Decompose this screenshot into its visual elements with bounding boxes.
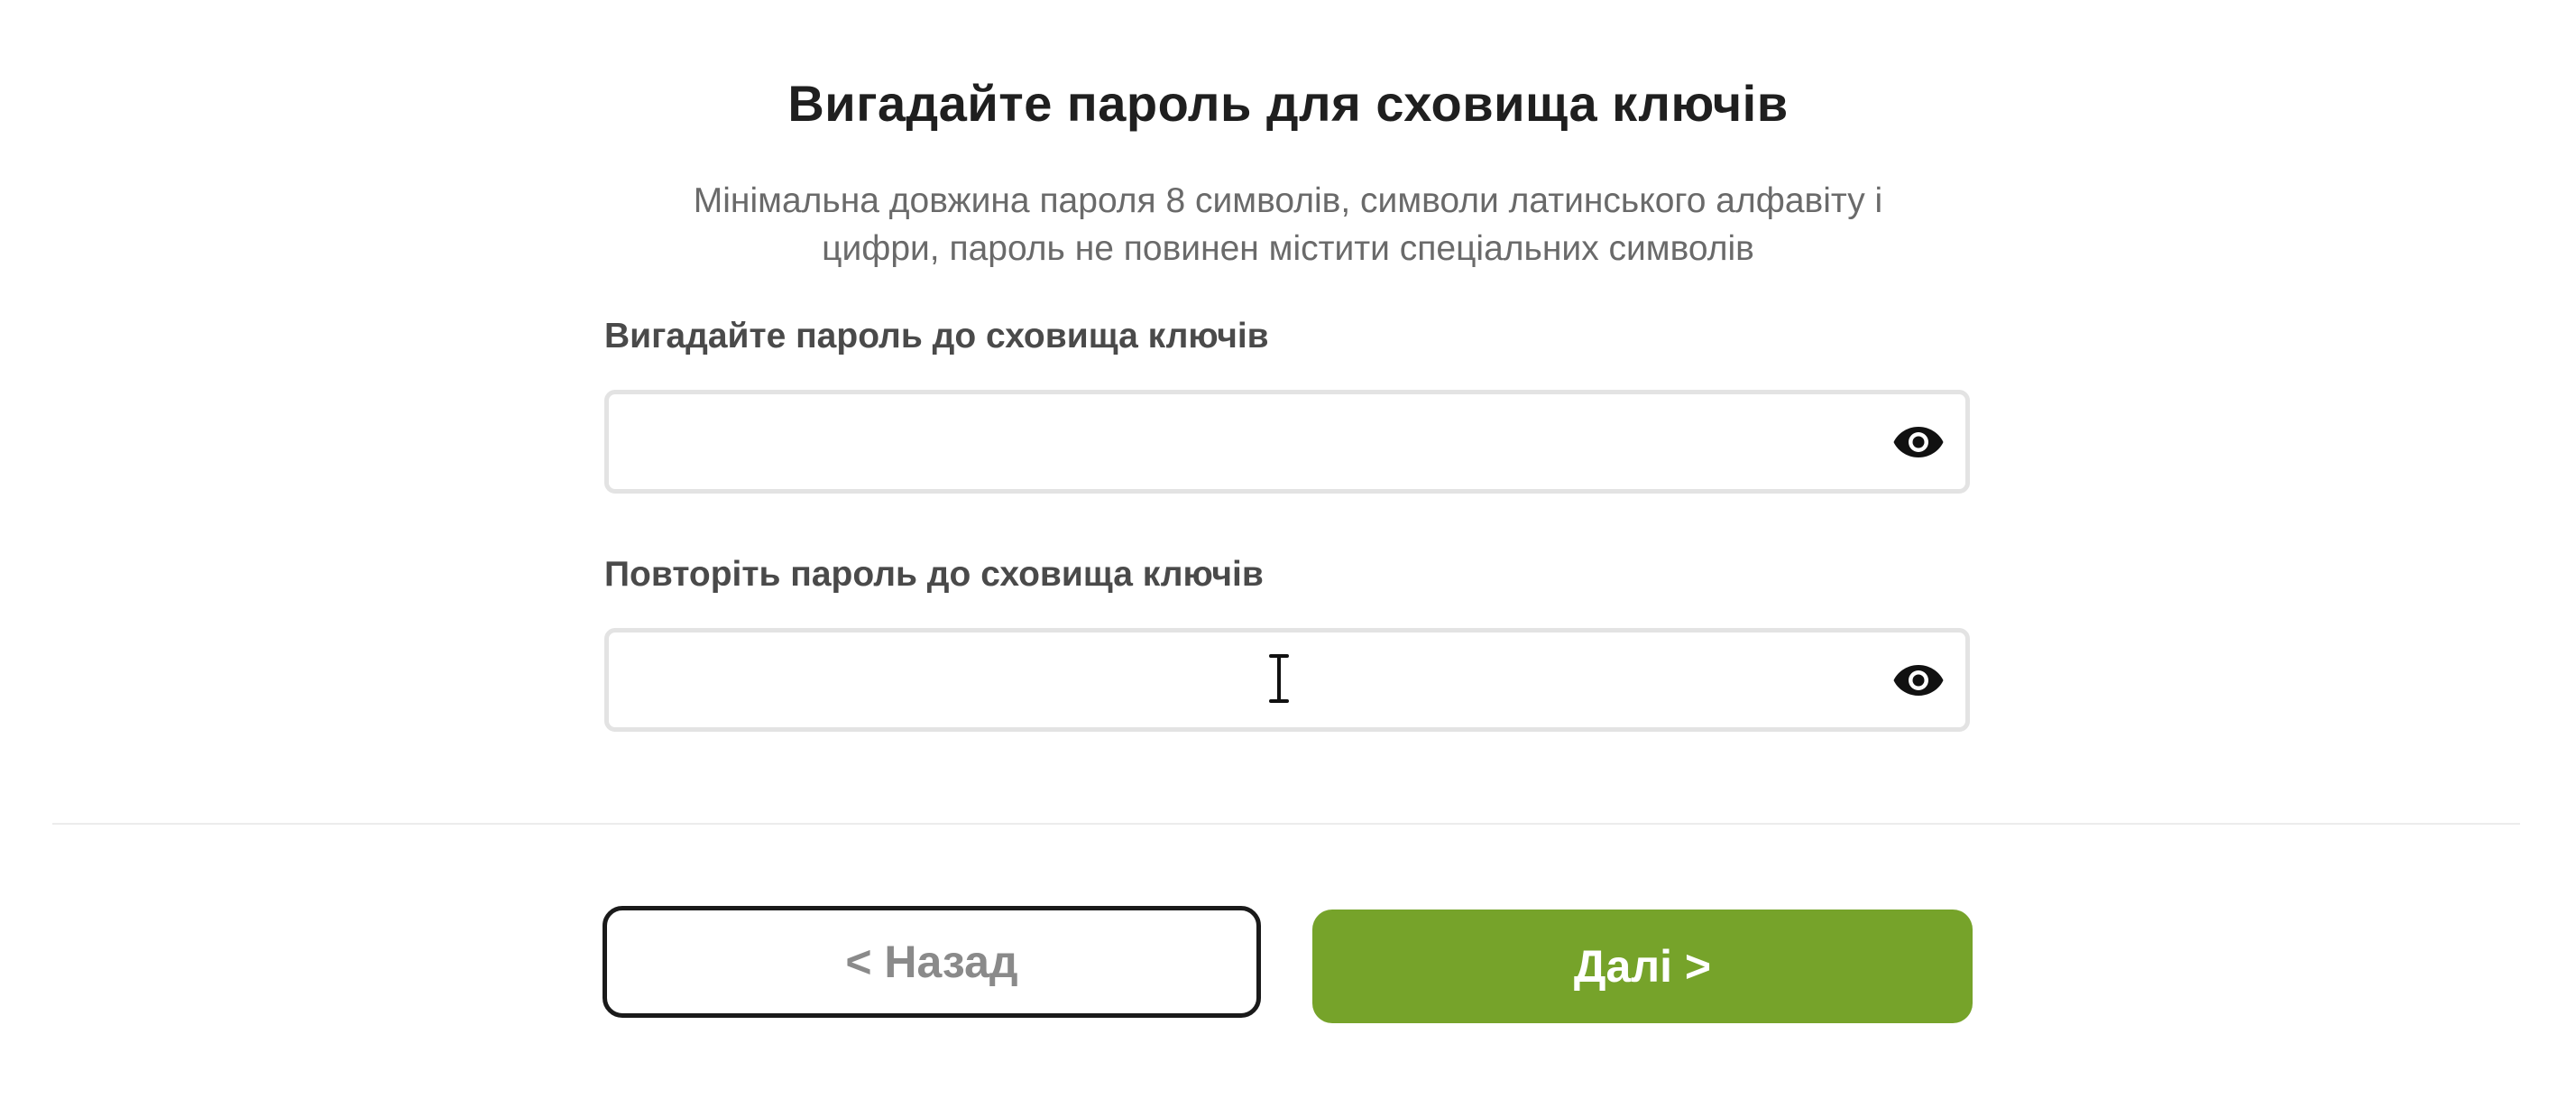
hint-line-2: цифри, пароль не повинен містити спеціал… <box>822 229 1754 268</box>
password-field <box>604 390 1970 494</box>
show-password-toggle[interactable] <box>1888 420 1949 465</box>
show-confirm-password-toggle[interactable] <box>1888 658 1949 703</box>
confirm-password-field <box>604 628 1970 732</box>
eye-icon <box>1893 664 1944 696</box>
footer-divider <box>52 823 2520 825</box>
next-button[interactable]: Далі > <box>1312 910 1973 1023</box>
password-input[interactable] <box>609 394 1965 489</box>
eye-icon <box>1893 426 1944 457</box>
password-label: Вигадайте пароль до сховища ключів <box>604 317 1269 356</box>
password-requirements-hint: Мінімальна довжина пароля 8 символів, си… <box>577 177 1999 272</box>
back-button[interactable]: < Назад <box>603 906 1261 1018</box>
page-title: Вигадайте пароль для сховища ключів <box>787 75 1789 132</box>
hint-line-1: Мінімальна довжина пароля 8 символів, си… <box>693 181 1883 220</box>
confirm-password-input[interactable] <box>609 633 1965 727</box>
keystore-password-page: Вигадайте пароль для сховища ключів Міні… <box>0 0 2576 1099</box>
confirm-password-label: Повторіть пароль до сховища ключів <box>604 555 1264 594</box>
